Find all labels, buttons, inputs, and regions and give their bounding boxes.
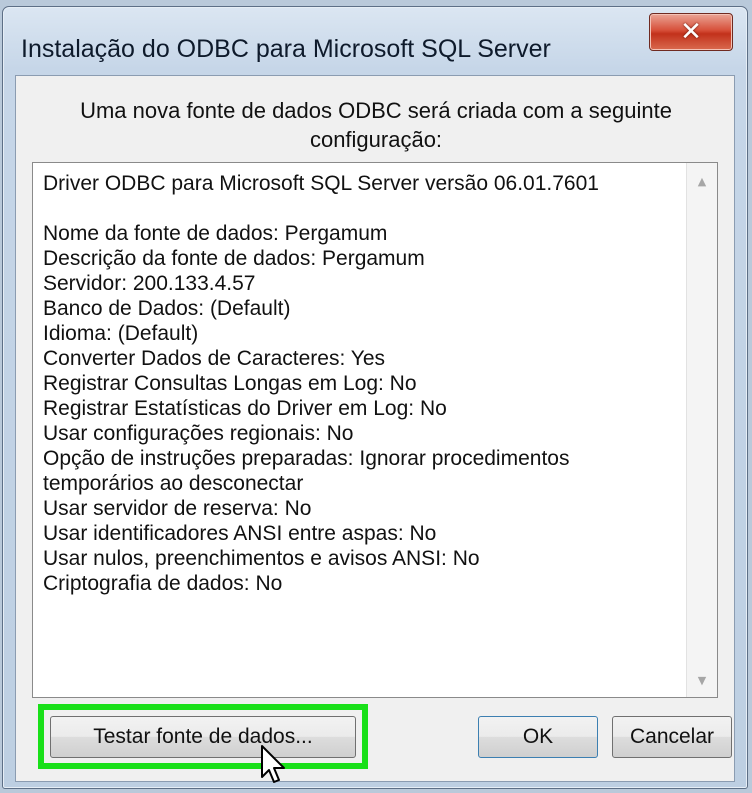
config-line: Criptografia de dados: No [43,572,283,595]
scroll-down-arrow-icon[interactable]: ▼ [687,674,717,687]
config-line: Usar configurações regionais: No [43,422,354,445]
ok-button[interactable]: OK [478,716,598,758]
driver-version-line: Driver ODBC para Microsoft SQL Server ve… [43,172,599,195]
dialog-body: Uma nova fonte de dados ODBC será criada… [15,75,735,783]
vertical-scrollbar[interactable]: ▲ ▼ [686,163,717,697]
config-line: Nome da fonte de dados: Pergamum [43,222,388,245]
scroll-up-arrow-icon[interactable]: ▲ [687,175,717,188]
config-line: temporários ao desconectar [43,472,304,495]
configuration-summary[interactable]: Driver ODBC para Microsoft SQL Server ve… [32,162,718,698]
config-line: Opção de instruções preparadas: Ignorar … [43,447,570,470]
config-line: Usar servidor de reserva: No [43,497,312,520]
test-data-source-button[interactable]: Testar fonte de dados... [50,716,356,758]
config-line: Banco de Dados: (Default) [43,297,291,320]
mouse-pointer-icon [261,745,285,783]
config-line: Descrição da fonte de dados: Pergamum [43,247,425,270]
odbc-setup-dialog: Instalação do ODBC para Microsoft SQL Se… [2,6,748,789]
configuration-text: Driver ODBC para Microsoft SQL Server ve… [43,171,668,596]
window-title: Instalação do ODBC para Microsoft SQL Se… [21,35,551,63]
config-line: Converter Dados de Caracteres: Yes [43,347,386,370]
config-line: Usar identificadores ANSI entre aspas: N… [43,522,437,545]
cancel-button[interactable]: Cancelar [612,716,732,758]
config-line: Registrar Consultas Longas em Log: No [43,372,417,395]
intro-text: Uma nova fonte de dados ODBC será criada… [80,98,672,152]
config-line: Idioma: (Default) [43,322,199,345]
close-button[interactable]: ✕ [649,13,733,51]
title-bar[interactable]: Instalação do ODBC para Microsoft SQL Se… [3,7,747,79]
close-icon: ✕ [680,17,702,47]
config-line: Registrar Estatísticas do Driver em Log:… [43,397,447,420]
config-line: Usar nulos, preenchimentos e avisos ANSI… [43,547,480,570]
config-line: Servidor: 200.133.4.57 [43,272,256,295]
